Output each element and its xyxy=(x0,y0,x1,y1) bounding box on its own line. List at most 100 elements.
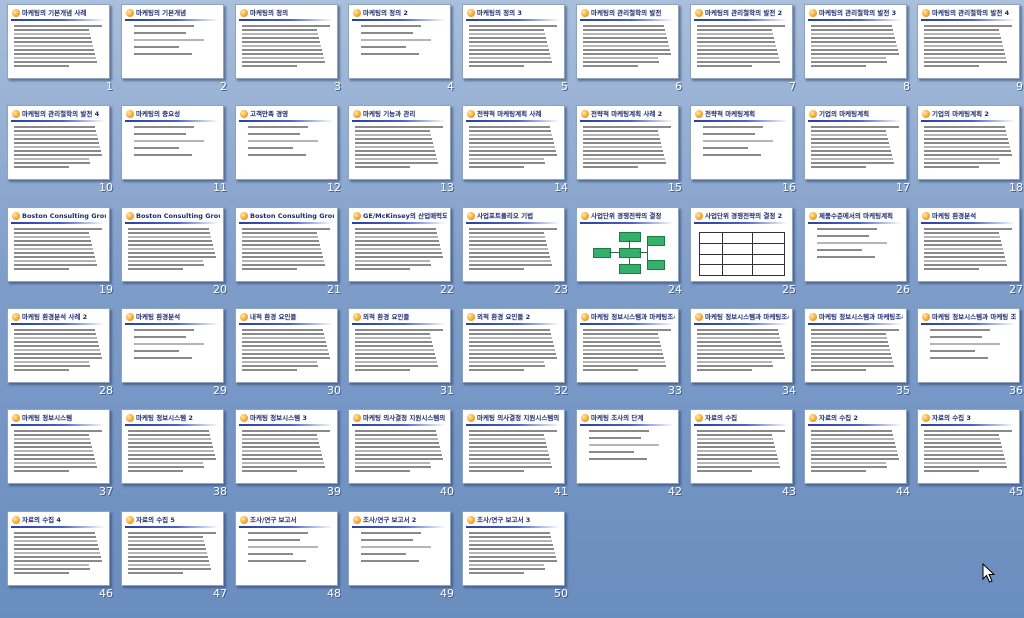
text-line xyxy=(355,329,443,331)
text-line xyxy=(583,357,664,359)
text-line xyxy=(697,29,772,31)
slide-thumbnail[interactable]: 조사/연구 보고서 3 xyxy=(462,511,565,586)
slide-thumbnail[interactable]: 마케팅 정보시스템과 마케팅조사 사례 xyxy=(576,308,679,383)
slide-thumbnail[interactable]: 제품수준에서의 마케팅계획 xyxy=(804,207,907,282)
diagram-box xyxy=(647,260,665,270)
text-line xyxy=(242,365,318,367)
slide-thumbnail[interactable]: GE/McKinsey의 산업매력도-사업강점 분석 xyxy=(348,207,451,282)
text-line xyxy=(248,133,300,135)
bullet-orb-icon xyxy=(695,212,703,220)
title-underline xyxy=(352,526,446,528)
slide-thumbnail[interactable]: 마케팅의 중요성 xyxy=(121,105,224,180)
slide-thumbnail[interactable]: 외적 환경 요인들 xyxy=(348,308,451,383)
bullet-orb-icon xyxy=(467,212,475,220)
slide-thumbnail[interactable]: 자료의 수집 3 xyxy=(917,409,1020,484)
slide-thumbnail[interactable]: 자료의 수집 4 xyxy=(7,511,110,586)
slide-title: Boston Consulting Group(BCG) 2 xyxy=(136,212,220,220)
text-line xyxy=(361,39,431,41)
text-line xyxy=(583,150,663,152)
slide-thumbnail[interactable]: 마케팅 환경분석 xyxy=(917,207,1020,282)
slide-slot: 조사/연구 보고서 3 50 xyxy=(462,511,574,603)
slide-thumbnail[interactable]: 마케팅 정보시스템과 마케팅조사 사례 2 xyxy=(690,308,793,383)
slide-thumbnail[interactable]: 마케팅의 관리철학의 발전 4 xyxy=(917,4,1020,79)
slide-thumbnail[interactable]: Boston Consulting Group(BCG)의 성장-점유율 모형 xyxy=(7,207,110,282)
slide-slot: 내적 환경 요인들 30 xyxy=(235,308,347,400)
text-line xyxy=(469,430,557,432)
slide-thumbnail[interactable]: 조사/연구 보고서 2 xyxy=(348,511,451,586)
slide-title: 마케팅 의사결정 지원시스템의 구성 xyxy=(363,414,447,422)
slide-thumbnail[interactable]: 마케팅 정보시스템 xyxy=(7,409,110,484)
slide-number: 7 xyxy=(789,80,796,93)
slide-number: 40 xyxy=(440,485,454,498)
slide-sorter-view[interactable]: 마케팅의 기본개념 사례 1 마케팅의 기본개념 2 마케팅의 정의 3 마케팅의 정의 2… xyxy=(0,0,1024,618)
title-underline xyxy=(466,424,560,426)
slide-table xyxy=(699,232,785,276)
slide-slot: 마케팅 환경분석 사례 2 28 xyxy=(7,308,119,400)
text-line xyxy=(242,466,325,468)
text-line xyxy=(128,232,210,234)
text-line xyxy=(469,236,545,238)
slide-title: 마케팅 정보시스템과 마케팅 조사 xyxy=(932,313,1016,321)
text-line xyxy=(469,548,554,550)
bullet-orb-icon xyxy=(581,9,589,17)
text-line xyxy=(924,45,1003,47)
slide-thumbnail[interactable]: 마케팅 의사결정 지원시스템의 구성 xyxy=(462,409,565,484)
slide-thumbnail[interactable]: 외적 환경 요인들 2 xyxy=(462,308,565,383)
slide-thumbnail[interactable]: 마케팅 정보시스템과 마케팅 조사 xyxy=(917,308,1020,383)
text-line xyxy=(242,25,330,27)
text-line xyxy=(14,556,101,558)
slide-thumbnail[interactable]: 전략적 마케팅계획 xyxy=(690,105,793,180)
bullet-orb-icon xyxy=(695,313,703,321)
slide-thumbnail[interactable]: 고객만족 경영 xyxy=(235,105,338,180)
text-line xyxy=(134,154,192,156)
slide-thumbnail[interactable]: 마케팅 환경분석 사례 2 xyxy=(7,308,110,383)
text-line xyxy=(469,462,551,464)
slide-thumbnail[interactable]: 조사/연구 보고서 xyxy=(235,511,338,586)
slide-thumbnail[interactable]: 마케팅의 관리철학의 발전 4 xyxy=(7,105,110,180)
text-line xyxy=(583,33,666,35)
slide-thumbnail[interactable]: 자료의 수집 5 xyxy=(121,511,224,586)
slide-slot: 마케팅 정보시스템 2 38 xyxy=(121,409,233,501)
text-line xyxy=(242,438,318,440)
slide-thumbnail[interactable]: 마케팅의 관리철학의 발전 xyxy=(576,4,679,79)
slide-title: 기업의 마케팅계획 2 xyxy=(932,110,989,118)
slide-thumbnail[interactable]: 마케팅 정보시스템 2 xyxy=(121,409,224,484)
slide-body-text xyxy=(355,430,445,480)
text-line xyxy=(14,49,94,51)
diagram-box xyxy=(647,236,665,246)
text-line xyxy=(583,341,660,343)
slide-thumbnail[interactable]: 마케팅 의사결정 지원시스템의 구성 xyxy=(348,409,451,484)
slide-thumbnail[interactable]: 마케팅 정보시스템과 마케팅조사 사례 3 xyxy=(804,308,907,383)
slide-thumbnail[interactable]: 마케팅의 기본개념 xyxy=(121,4,224,79)
text-line xyxy=(128,540,204,542)
title-underline xyxy=(921,222,1015,224)
slide-thumbnail[interactable]: 전략적 마케팅계획 사례 2 xyxy=(576,105,679,180)
bullet-orb-icon xyxy=(809,414,817,422)
slide-thumbnail[interactable]: 마케팅 조사의 단계 xyxy=(576,409,679,484)
slide-thumbnail[interactable]: Boston Consulting Group(BCG) 3 xyxy=(235,207,338,282)
slide-thumbnail[interactable]: 마케팅 정보시스템 3 xyxy=(235,409,338,484)
slide-thumbnail[interactable]: 내적 환경 요인들 xyxy=(235,308,338,383)
slide-thumbnail[interactable]: 기업의 마케팅계획 2 xyxy=(917,105,1020,180)
slide-thumbnail[interactable]: Boston Consulting Group(BCG) 2 xyxy=(121,207,224,282)
slide-thumbnail[interactable]: 사업포트폴리오 기법 xyxy=(462,207,565,282)
slide-thumbnail[interactable]: 마케팅의 관리철학의 발전 3 xyxy=(804,4,907,79)
slide-thumbnail[interactable]: 마케팅의 기본개념 사례 xyxy=(7,4,110,79)
slide-thumbnail[interactable]: 기업의 마케팅계획 xyxy=(804,105,907,180)
text-line xyxy=(469,248,548,250)
slide-thumbnail[interactable]: 마케팅의 정의 xyxy=(235,4,338,79)
slide-thumbnail[interactable]: 마케팅의 정의 2 xyxy=(348,4,451,79)
slide-body-text xyxy=(355,126,445,176)
slide-thumbnail[interactable]: 마케팅의 정의 3 xyxy=(462,4,565,79)
slide-thumbnail[interactable]: 전략적 마케팅계획 사례 xyxy=(462,105,565,180)
title-underline xyxy=(694,19,788,21)
text-line xyxy=(697,458,778,460)
slide-thumbnail[interactable]: 사업단위 경쟁전략의 결정 2 xyxy=(690,207,793,282)
slide-thumbnail[interactable]: 자료의 수집 2 xyxy=(804,409,907,484)
slide-thumbnail[interactable]: 마케팅 환경분석 xyxy=(121,308,224,383)
text-line xyxy=(242,462,324,464)
slide-thumbnail[interactable]: 마케팅의 관리철학의 발전 2 xyxy=(690,4,793,79)
slide-thumbnail[interactable]: 사업단위 경쟁전략의 결정 xyxy=(576,207,679,282)
slide-thumbnail[interactable]: 마케팅 기능과 관리 xyxy=(348,105,451,180)
slide-thumbnail[interactable]: 자료의 수집 xyxy=(690,409,793,484)
